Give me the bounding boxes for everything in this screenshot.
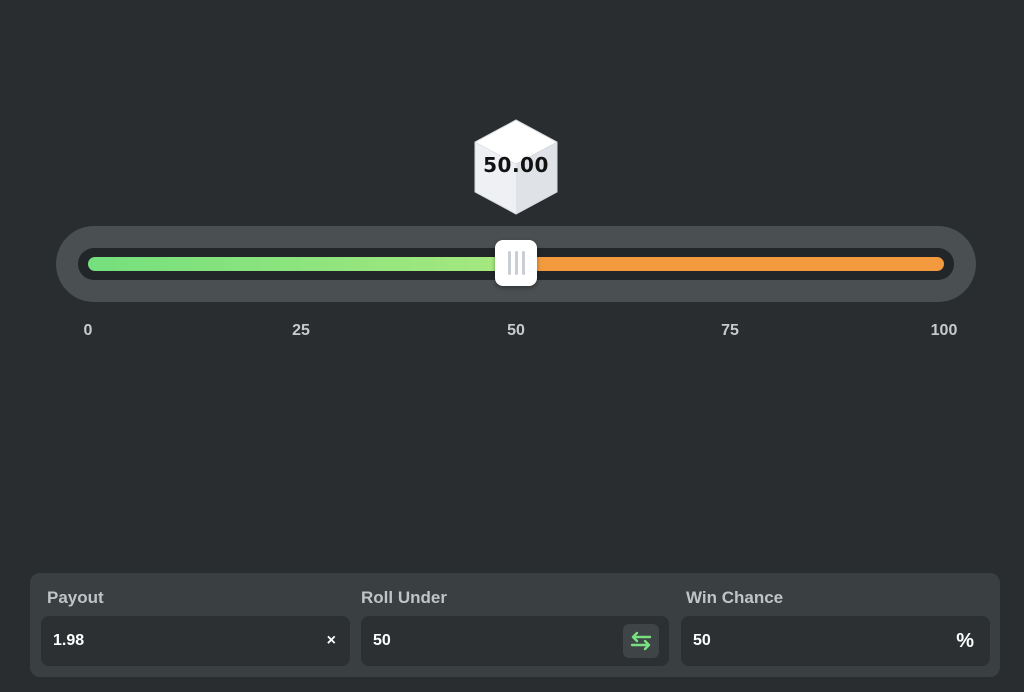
multiplier-icon: × [326,632,336,649]
dice-result-value: 50.00 [483,153,549,177]
slider-win-range [88,257,516,271]
tick-label: 0 [83,322,93,339]
payout-field[interactable]: 1.98 × [41,616,350,666]
win-chance-value: 50 [693,632,711,649]
win-chance-label: Win Chance [686,588,784,607]
grip-line [507,251,511,275]
dice-result: 50.00 [471,116,561,216]
slider-handle[interactable] [495,240,537,286]
tick-label: 75 [721,322,739,339]
roll-under-field[interactable]: 50 [361,616,669,666]
tick-label: 25 [292,322,310,339]
win-chance-field[interactable]: 50 % [681,616,990,666]
slider-lose-range [516,257,944,271]
roll-under-value: 50 [373,632,391,649]
tick-label: 100 [930,322,958,339]
swap-arrows-icon [630,631,652,651]
percent-icon: % [956,630,974,652]
dice-game: 50.00 0 25 50 75 100 Payout 1.98 × Roll … [0,0,1024,692]
tick-label: 50 [507,322,525,339]
swap-direction-button[interactable] [623,624,659,658]
grip-line [521,251,525,275]
grip-line [514,251,518,275]
payout-label: Payout [47,588,104,607]
payout-value: 1.98 [53,632,85,649]
roll-under-label: Roll Under [361,588,447,607]
